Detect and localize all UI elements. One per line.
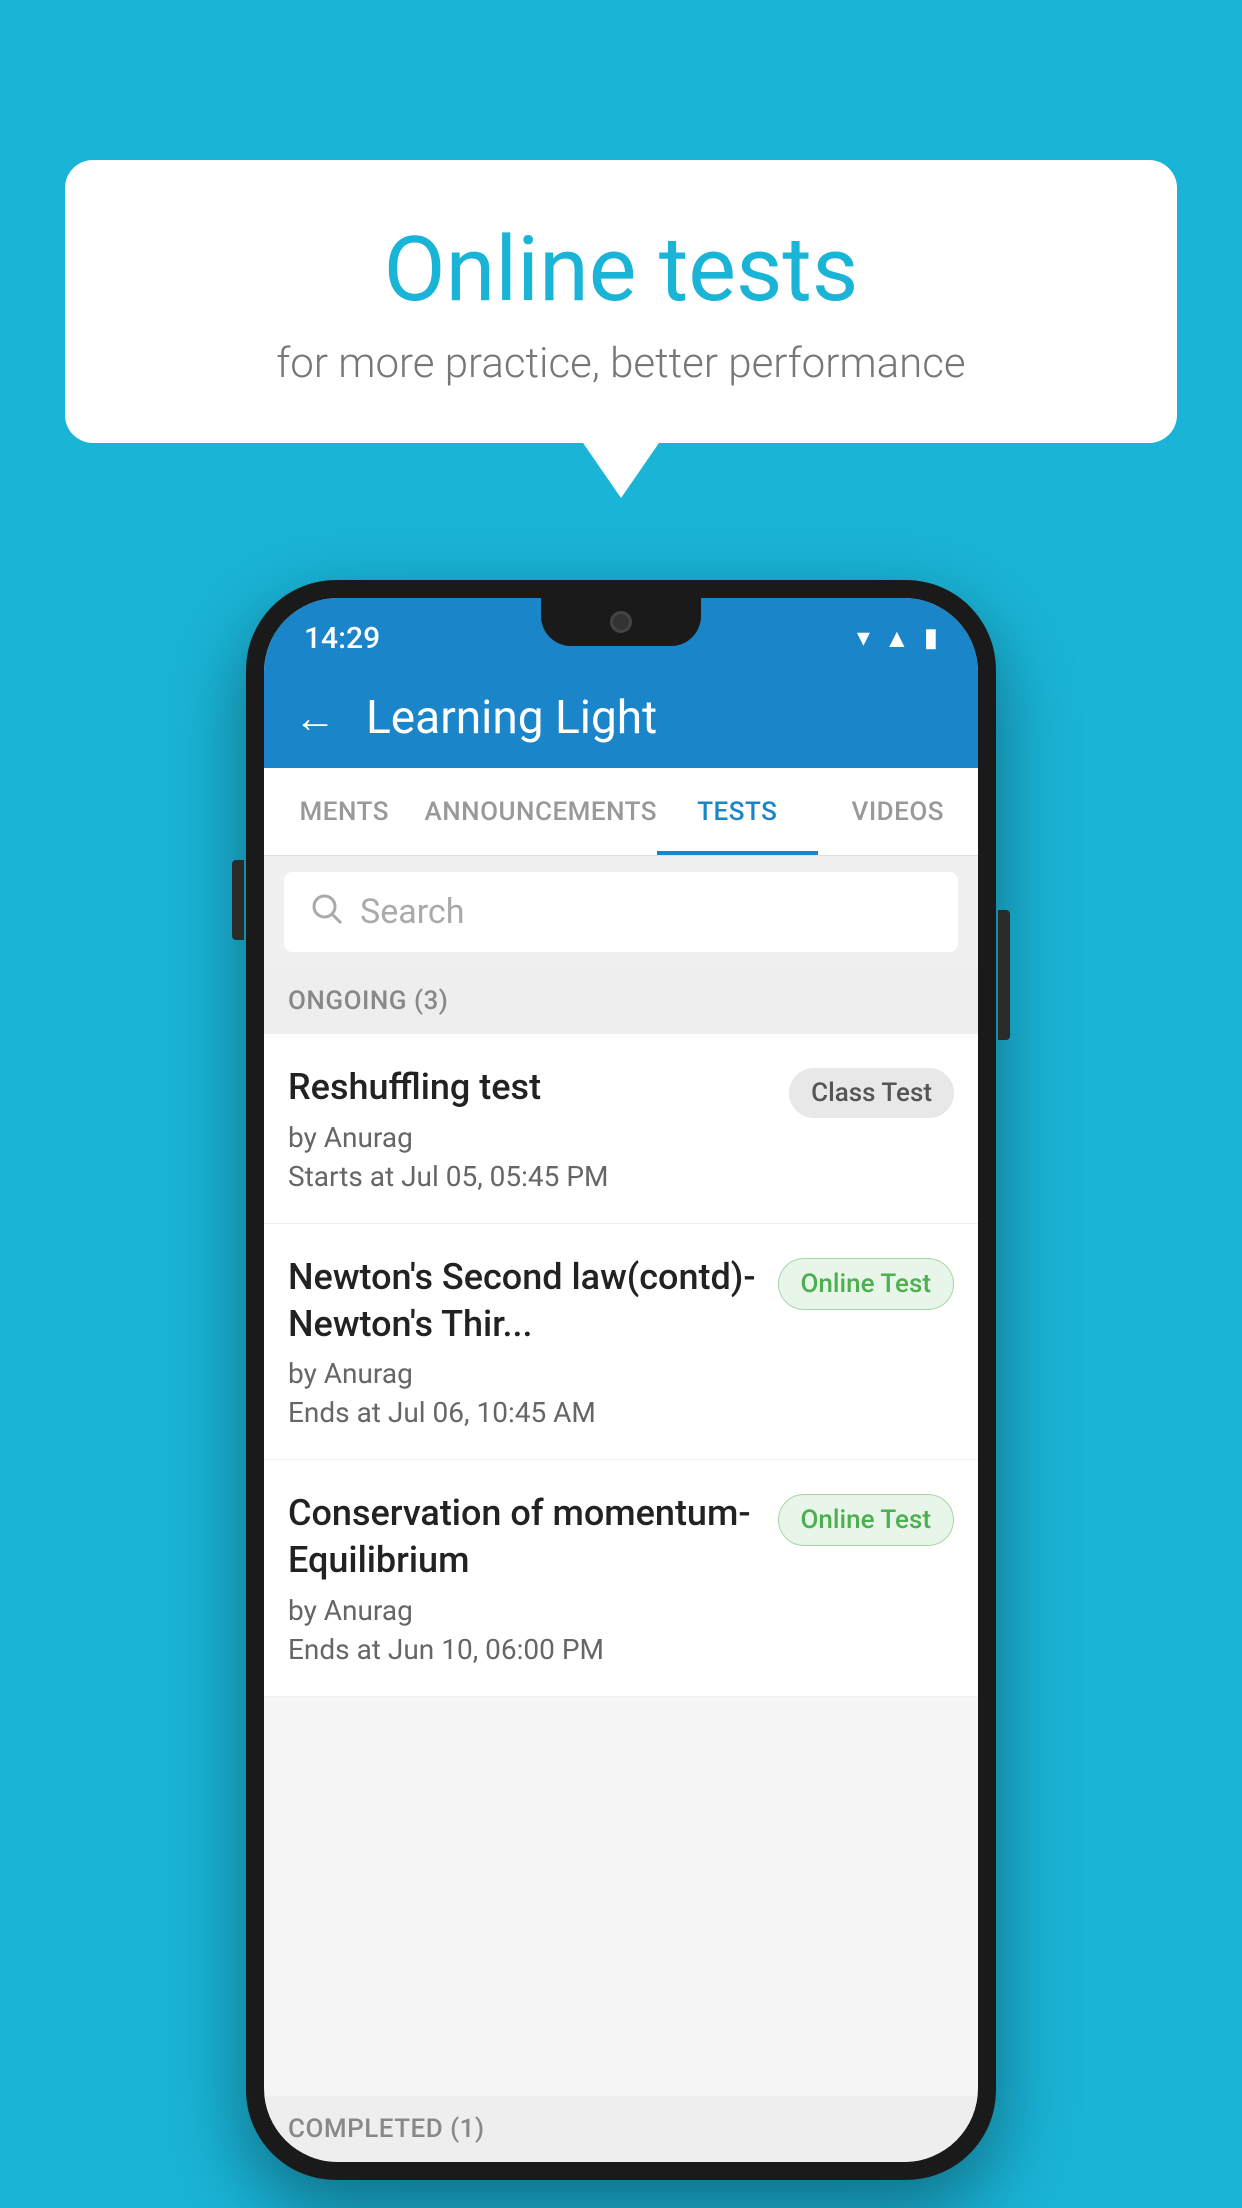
wifi-icon: ▾ — [857, 623, 870, 653]
ongoing-section-header: ONGOING (3) — [264, 968, 978, 1034]
search-placeholder: Search — [360, 892, 464, 932]
test-info-1: Reshuffling test by Anurag Starts at Jul… — [288, 1064, 773, 1193]
speech-bubble-subtitle: for more practice, better performance — [115, 339, 1127, 388]
camera-dot — [610, 611, 632, 633]
tab-announcements[interactable]: ANNOUNCEMENTS — [424, 768, 657, 855]
phone-mockup: 14:29 ▾ ▲ ▮ ← Learning Light MENTS ANNOU… — [246, 580, 996, 2180]
test-date-2: Ends at Jul 06, 10:45 AM — [288, 1396, 762, 1429]
status-icons: ▾ ▲ ▮ — [857, 623, 938, 654]
test-date-1: Starts at Jul 05, 05:45 PM — [288, 1160, 773, 1193]
test-badge-3: Online Test — [778, 1494, 955, 1546]
test-info-2: Newton's Second law(contd)-Newton's Thir… — [288, 1254, 762, 1430]
tab-videos[interactable]: VIDEOS — [818, 768, 978, 855]
test-name-3: Conservation of momentum-Equilibrium — [288, 1490, 762, 1584]
test-list: Reshuffling test by Anurag Starts at Jul… — [264, 1034, 978, 1697]
battery-icon: ▮ — [924, 623, 938, 653]
tab-tests[interactable]: TESTS — [657, 768, 817, 855]
signal-icon: ▲ — [884, 623, 910, 654]
search-container: Search — [264, 856, 978, 968]
phone-notch — [541, 598, 701, 646]
search-icon — [308, 890, 344, 935]
speech-bubble: Online tests for more practice, better p… — [65, 160, 1177, 443]
test-item-1[interactable]: Reshuffling test by Anurag Starts at Jul… — [264, 1034, 978, 1224]
test-item-2[interactable]: Newton's Second law(contd)-Newton's Thir… — [264, 1224, 978, 1461]
status-time: 14:29 — [304, 621, 380, 656]
back-button[interactable]: ← — [294, 694, 336, 743]
phone-outer: 14:29 ▾ ▲ ▮ ← Learning Light MENTS ANNOU… — [246, 580, 996, 2180]
test-badge-2: Online Test — [778, 1258, 955, 1310]
test-date-3: Ends at Jun 10, 06:00 PM — [288, 1633, 762, 1666]
test-author-3: by Anurag — [288, 1594, 762, 1627]
completed-section-header: COMPLETED (1) — [264, 2096, 978, 2162]
speech-bubble-title: Online tests — [115, 220, 1127, 319]
test-item-3[interactable]: Conservation of momentum-Equilibrium by … — [264, 1460, 978, 1697]
test-badge-1: Class Test — [789, 1068, 954, 1118]
app-bar: ← Learning Light — [264, 668, 978, 768]
app-title: Learning Light — [366, 691, 657, 745]
phone-screen: 14:29 ▾ ▲ ▮ ← Learning Light MENTS ANNOU… — [264, 598, 978, 2162]
test-name-1: Reshuffling test — [288, 1064, 773, 1111]
search-bar[interactable]: Search — [284, 872, 958, 952]
test-name-2: Newton's Second law(contd)-Newton's Thir… — [288, 1254, 762, 1348]
test-author-1: by Anurag — [288, 1121, 773, 1154]
tab-ments[interactable]: MENTS — [264, 768, 424, 855]
tabs-bar: MENTS ANNOUNCEMENTS TESTS VIDEOS — [264, 768, 978, 856]
test-info-3: Conservation of momentum-Equilibrium by … — [288, 1490, 762, 1666]
test-author-2: by Anurag — [288, 1357, 762, 1390]
